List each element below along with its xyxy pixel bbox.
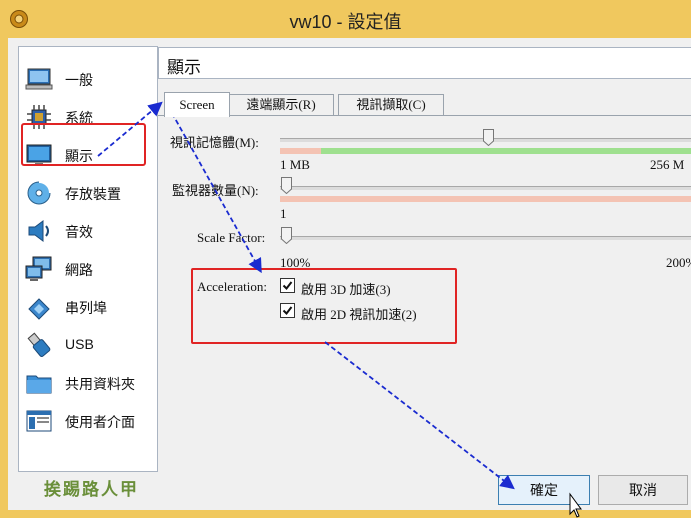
tab-video-capture[interactable]: 視訊擷取(C)	[338, 94, 444, 115]
sidebar-item-general[interactable]: 一般	[19, 61, 157, 97]
video-memory-label: 視訊記憶體(M):	[170, 135, 259, 150]
sidebar-item-user-interface[interactable]: 使用者介面	[19, 403, 157, 439]
disk-icon	[27, 181, 51, 205]
video-memory-max-label: 256 M	[650, 157, 685, 172]
video-memory-green-range	[321, 148, 691, 154]
tab-screen[interactable]: Screen	[164, 92, 230, 117]
sidebar-item-label: 網路	[65, 262, 93, 278]
sidebar-item-audio[interactable]: 音效	[19, 213, 157, 249]
sidebar-item-shared-folders[interactable]: 共用資料夾	[19, 365, 157, 401]
tab-remote-display[interactable]: 遠端顯示(R)	[228, 94, 334, 115]
scale-factor-label: Scale Factor:	[197, 230, 266, 245]
title-bar: vw10 - 設定值	[0, 0, 691, 38]
cancel-button[interactable]: 取消	[598, 475, 688, 505]
sidebar-item-label: 一般	[65, 72, 93, 88]
scale-factor-slider-thumb[interactable]	[281, 227, 292, 244]
monitor-icon	[25, 68, 53, 90]
sidebar-item-label: USB	[65, 336, 94, 352]
monitor-count-range	[280, 196, 691, 202]
usb-icon	[27, 332, 51, 357]
sidebar-item-label: 共用資料夾	[65, 376, 135, 392]
monitor-count-slider-thumb[interactable]	[281, 177, 292, 194]
monitor-count-slider[interactable]	[280, 186, 691, 190]
sidebar-item-label: 串列埠	[65, 300, 107, 316]
page-title: 顯示	[167, 58, 201, 77]
watermark-text: 挨踢路人甲	[44, 480, 139, 500]
scale-factor-slider[interactable]	[280, 236, 691, 240]
settings-category-list: 一般 系統 顯示 存放裝置 音效 網路 串列埠 USB 共用資料夾 使用者介面	[18, 46, 158, 472]
ui-window-icon	[26, 410, 52, 432]
video-memory-min-label: 1 MB	[280, 157, 310, 172]
monitor-count-label: 監視器數量(N):	[172, 183, 259, 198]
window-title: vw10 - 設定值	[289, 12, 402, 32]
sidebar-item-network[interactable]: 網路	[19, 251, 157, 287]
scale-factor-max-label: 200%	[666, 255, 691, 270]
settings-dialog: 一般 系統 顯示 存放裝置 音效 網路 串列埠 USB 共用資料夾 使用者介面 …	[8, 38, 691, 510]
sidebar-item-storage[interactable]: 存放裝置	[19, 175, 157, 211]
ok-button[interactable]: 確定	[498, 475, 590, 505]
sidebar-item-serial-ports[interactable]: 串列埠	[19, 289, 157, 325]
sidebar-item-label: 使用者介面	[65, 414, 135, 430]
sidebar-item-usb[interactable]: USB	[19, 327, 157, 363]
video-memory-red-range	[280, 148, 321, 154]
section-header: 顯示	[158, 47, 691, 79]
acceleration-highlight-box	[191, 268, 457, 344]
monitor-count-min-label: 1	[280, 206, 287, 221]
display-highlight-box	[21, 123, 146, 166]
network-icon	[25, 256, 52, 281]
video-memory-slider-thumb[interactable]	[483, 129, 494, 146]
folder-icon	[26, 375, 52, 394]
speaker-icon	[28, 220, 49, 242]
sidebar-item-label: 音效	[65, 224, 93, 240]
serial-port-icon	[28, 298, 50, 320]
sidebar-item-label: 存放裝置	[65, 186, 121, 202]
